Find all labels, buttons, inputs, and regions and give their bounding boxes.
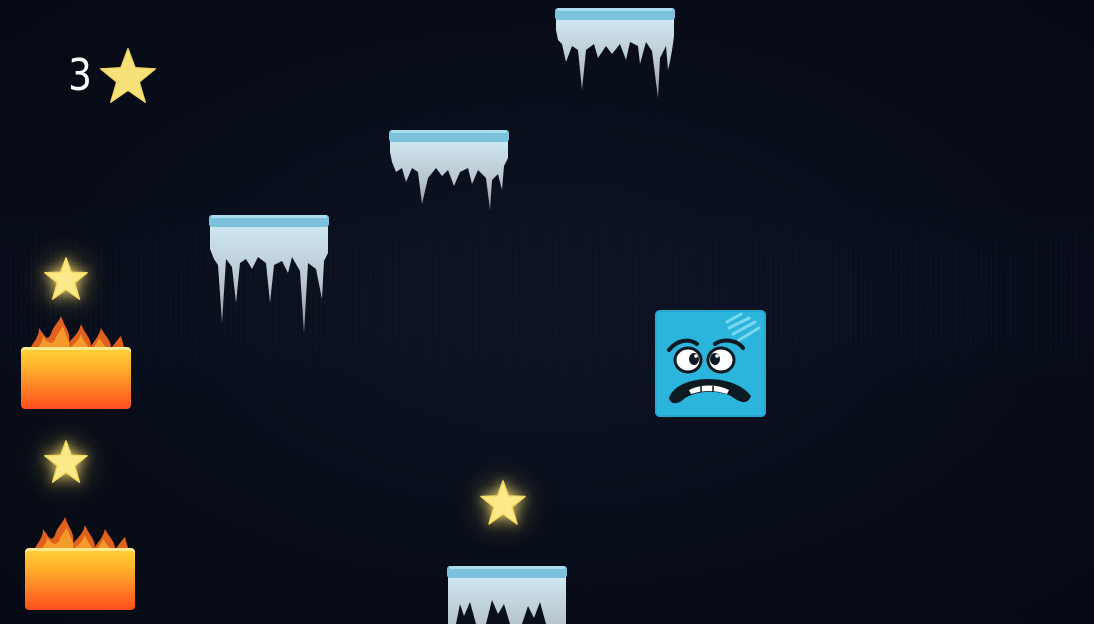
background-texture (0, 195, 1094, 395)
star-counter: 3 (66, 46, 158, 106)
star-count: 3 (68, 50, 92, 101)
scared-face-icon (667, 312, 761, 404)
ice-platform (555, 8, 675, 98)
star-icon (478, 478, 528, 532)
player-character (655, 310, 766, 417)
ice-platform (209, 215, 329, 333)
fire-block (21, 314, 133, 409)
star-icon (98, 46, 158, 106)
ice-platform (447, 566, 567, 624)
fire-block (25, 515, 137, 610)
star-icon (42, 438, 90, 490)
star-icon (42, 255, 90, 307)
ice-platform (389, 130, 509, 210)
